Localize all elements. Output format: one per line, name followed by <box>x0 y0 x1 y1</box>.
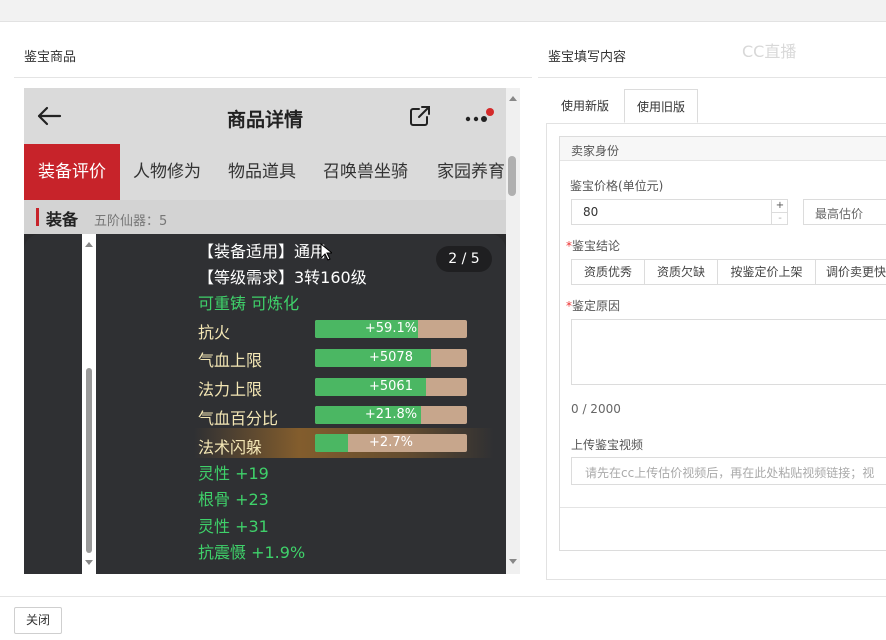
extra-line: 灵性 +31 <box>198 517 269 536</box>
preview-scrollbar-thumb[interactable] <box>508 156 516 196</box>
image-pager: 2 / 5 <box>436 246 492 272</box>
conclusion-option[interactable]: 资质欠缺 <box>645 259 718 285</box>
conclusion-option[interactable]: 资质优秀 <box>572 259 645 285</box>
decrement-icon[interactable]: - <box>772 212 788 224</box>
left-panel-title: 鉴宝商品 <box>24 50 77 65</box>
stat-label: 气血百分比 <box>198 409 279 428</box>
equip-section-header: 装备 五阶仙器：5 <box>24 200 506 234</box>
price-input[interactable]: 80 + - <box>571 199 788 225</box>
stat-bar: +59.1% <box>315 320 467 338</box>
top-bar <box>0 0 886 22</box>
tab-items[interactable]: 物品道具 <box>228 144 296 200</box>
scroll-down-icon[interactable] <box>509 559 517 564</box>
reason-textarea[interactable] <box>571 319 886 385</box>
right-panel-title: 鉴宝填写内容 <box>548 50 627 65</box>
stat-label: 抗火 <box>198 323 231 342</box>
close-button[interactable]: 关闭 <box>14 607 62 634</box>
extra-line: 抗震慑 +1.9% <box>198 543 306 562</box>
equip-line-usage: 【装备适用】通用 <box>198 242 327 261</box>
stat-bar: +21.8% <box>315 406 467 424</box>
stat-value: +59.1% <box>364 321 418 336</box>
tab-pets[interactable]: 召唤兽坐骑 <box>323 144 408 200</box>
stat-label: 法术闪躲 <box>198 438 263 457</box>
char-counter: 0 / 2000 <box>571 402 621 416</box>
stat-value: +5078 <box>369 350 413 365</box>
more-icon[interactable] <box>464 108 494 128</box>
inner-scroll-up-icon[interactable] <box>85 242 93 247</box>
equip-line-recast: 可重铸 可炼化 <box>198 294 300 313</box>
stat-label: 法力上限 <box>198 380 263 399</box>
price-label: 鉴宝价格(单位元) <box>570 179 664 193</box>
video-link-input[interactable]: 请先在cc上传估价视频后，再在此处粘贴视频链接；视 <box>571 457 886 485</box>
stat-value: +2.7% <box>369 435 413 450</box>
inner-scroll-down-icon[interactable] <box>85 560 93 565</box>
watermark-logo: CC直播 <box>742 42 797 61</box>
phone-preview: 商品详情 装备评价 人物修为 物品道具 召唤兽坐骑 家园养育 装备 五阶仙器：5… <box>24 88 506 574</box>
reason-label: *鉴定原因 <box>566 297 620 314</box>
stat-bar: +5078 <box>315 349 467 367</box>
increment-icon[interactable]: + <box>772 200 788 212</box>
max-estimate-placeholder: 最高估价 <box>815 207 864 221</box>
section-subtitle: 五阶仙器：5 <box>94 214 168 229</box>
mouse-cursor-icon <box>320 243 332 261</box>
stat-value: +5061 <box>369 379 413 394</box>
section-marker <box>36 208 39 226</box>
stat-bar: +2.7% <box>315 434 467 452</box>
conclusion-label: *鉴宝结论 <box>566 237 620 254</box>
stat-bar: +5061 <box>315 378 467 396</box>
conclusion-label-text: 鉴宝结论 <box>572 239 621 253</box>
price-value: 80 <box>583 205 599 219</box>
stat-label: 气血上限 <box>198 351 263 370</box>
right-title-divider <box>538 77 886 78</box>
footer-divider <box>0 596 886 597</box>
stat-value: +21.8% <box>364 407 418 422</box>
video-label: 上传鉴宝视频 <box>571 438 644 452</box>
extra-line: 灵性 +19 <box>198 464 269 483</box>
section-title: 装备 <box>46 210 79 229</box>
form-inner-divider <box>560 507 886 508</box>
phone-header-title: 商品详情 <box>226 109 303 131</box>
max-estimate-input[interactable]: 最高估价 <box>803 199 886 225</box>
scroll-up-icon[interactable] <box>509 96 517 101</box>
conclusion-option[interactable]: 调价卖更快 <box>816 259 886 285</box>
extra-line: 根骨 +23 <box>198 490 269 509</box>
tab-character[interactable]: 人物修为 <box>133 144 201 200</box>
equip-line-level: 【等级需求】3转160级 <box>198 268 367 287</box>
tab-home[interactable]: 家园养育 <box>437 144 505 200</box>
left-title-divider <box>14 77 532 78</box>
share-icon[interactable] <box>408 104 432 128</box>
tab-equip-rating[interactable]: 装备评价 <box>24 144 120 200</box>
video-link-placeholder: 请先在cc上传估价视频后，再在此处粘贴视频链接；视 <box>585 466 875 480</box>
tab-new-version[interactable]: 使用新版 <box>550 89 620 123</box>
inner-scrollbar[interactable] <box>86 368 92 553</box>
seller-identity-label: 卖家身份 <box>571 144 620 158</box>
price-stepper[interactable]: + - <box>771 200 788 224</box>
conclusion-option[interactable]: 按鉴定价上架 <box>718 259 816 285</box>
phone-tab-bar: 装备评价 人物修为 物品道具 召唤兽坐骑 家园养育 <box>24 144 506 200</box>
tab-old-version[interactable]: 使用旧版 <box>624 89 698 123</box>
reason-label-text: 鉴定原因 <box>572 299 621 313</box>
